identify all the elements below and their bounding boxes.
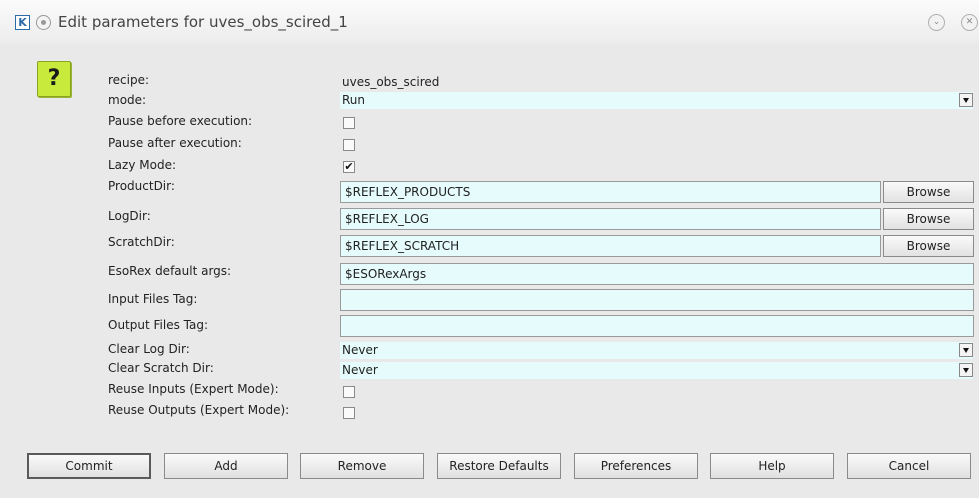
scratch-dir-input[interactable]: $REFLEX_SCRATCH bbox=[340, 235, 881, 257]
pause-before-label: Pause before execution: bbox=[108, 114, 253, 128]
clear-log-dir-value: Never bbox=[342, 343, 378, 357]
mode-select-value: Run bbox=[342, 93, 366, 107]
check-icon: ✔ bbox=[344, 160, 354, 173]
minimize-icon[interactable]: ⌄ bbox=[928, 14, 945, 31]
close-icon[interactable]: ✕ bbox=[961, 14, 978, 31]
pause-before-checkbox[interactable] bbox=[343, 117, 355, 129]
clear-log-dir-select[interactable]: Never bbox=[340, 342, 973, 359]
cancel-button[interactable]: Cancel bbox=[847, 453, 971, 479]
app-icon[interactable]: K bbox=[15, 15, 30, 30]
restore-defaults-button[interactable]: Restore Defaults bbox=[437, 453, 561, 479]
esorex-args-label: EsoRex default args: bbox=[108, 264, 232, 278]
mode-select[interactable]: Run bbox=[340, 92, 973, 109]
product-dir-label: ProductDir: bbox=[108, 179, 175, 193]
title-bar: K Edit parameters for uves_obs_scired_1 … bbox=[0, 0, 979, 44]
remove-button[interactable]: Remove bbox=[300, 453, 424, 479]
dropdown-arrow-icon[interactable] bbox=[959, 343, 973, 357]
clear-scratch-dir-label: Clear Scratch Dir: bbox=[108, 361, 214, 375]
pause-after-label: Pause after execution: bbox=[108, 136, 242, 150]
scratch-dir-label: ScratchDir: bbox=[108, 235, 175, 249]
add-button[interactable]: Add bbox=[164, 453, 288, 479]
input-files-tag-input[interactable] bbox=[340, 289, 974, 311]
reuse-inputs-label: Reuse Inputs (Expert Mode): bbox=[108, 382, 279, 396]
commit-button[interactable]: Commit bbox=[27, 453, 151, 479]
window-menu-icon[interactable] bbox=[36, 15, 51, 30]
product-dir-browse-button[interactable]: Browse bbox=[883, 181, 974, 203]
clear-scratch-dir-select[interactable]: Never bbox=[340, 362, 973, 379]
lazy-mode-label: Lazy Mode: bbox=[108, 158, 176, 172]
preferences-button[interactable]: Preferences bbox=[574, 453, 698, 479]
lazy-mode-checkbox[interactable]: ✔ bbox=[343, 161, 355, 173]
dropdown-arrow-icon[interactable] bbox=[959, 93, 973, 107]
reuse-outputs-checkbox[interactable] bbox=[343, 407, 355, 419]
window-title: Edit parameters for uves_obs_scired_1 bbox=[58, 13, 348, 31]
output-files-tag-input[interactable] bbox=[340, 315, 974, 337]
product-dir-input[interactable]: $REFLEX_PRODUCTS bbox=[340, 181, 881, 203]
recipe-value: uves_obs_scired bbox=[342, 75, 440, 89]
input-files-tag-label: Input Files Tag: bbox=[108, 292, 198, 306]
log-dir-browse-button[interactable]: Browse bbox=[883, 208, 974, 230]
pause-after-checkbox[interactable] bbox=[343, 139, 355, 151]
log-dir-input[interactable]: $REFLEX_LOG bbox=[340, 208, 881, 230]
log-dir-label: LogDir: bbox=[108, 209, 151, 223]
reuse-inputs-checkbox[interactable] bbox=[343, 386, 355, 398]
help-button[interactable]: Help bbox=[710, 453, 834, 479]
output-files-tag-label: Output Files Tag: bbox=[108, 318, 209, 332]
clear-log-dir-label: Clear Log Dir: bbox=[108, 342, 190, 356]
reuse-outputs-label: Reuse Outputs (Expert Mode): bbox=[108, 403, 290, 417]
clear-scratch-dir-value: Never bbox=[342, 363, 378, 377]
recipe-label: recipe: bbox=[108, 73, 150, 87]
mode-label: mode: bbox=[108, 93, 147, 107]
dropdown-arrow-icon[interactable] bbox=[959, 363, 973, 377]
help-question-icon[interactable]: ? bbox=[37, 61, 71, 97]
esorex-args-input[interactable]: $ESORexArgs bbox=[340, 263, 974, 285]
scratch-dir-browse-button[interactable]: Browse bbox=[883, 235, 974, 257]
